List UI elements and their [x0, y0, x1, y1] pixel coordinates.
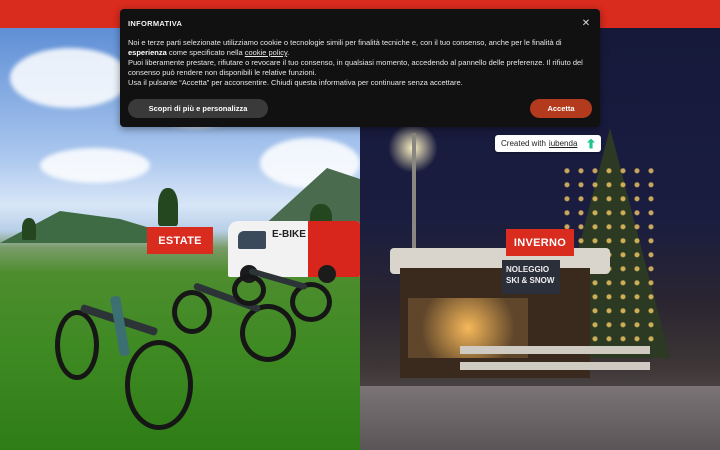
iubenda-prefix: Created with [501, 139, 546, 148]
cookie-text-p1-end: . [287, 48, 290, 57]
tree [158, 188, 178, 226]
accept-button[interactable]: Accetta [530, 99, 592, 118]
street-lamp [412, 133, 416, 253]
cookie-text-p3: Usa il pulsante “Accetta” per acconsenti… [128, 78, 463, 87]
ebike [232, 252, 342, 332]
cookie-banner-title: INFORMATIVA [128, 19, 183, 28]
close-icon[interactable]: ✕ [580, 18, 592, 30]
customize-button[interactable]: Scopri di più e personalizza [128, 99, 268, 118]
van-window [238, 231, 266, 249]
cookie-banner: INFORMATIVA ✕ Noi e terze parti selezion… [120, 9, 600, 127]
tree [22, 218, 36, 240]
cookie-text-p2: Puoi liberamente prestare, rifiutare o r… [128, 58, 583, 77]
cloud [10, 48, 130, 108]
hut-sign-line2: SKI & SNOW [506, 276, 555, 285]
iubenda-arrow-icon [587, 138, 595, 149]
inverno-button[interactable]: INVERNO [506, 229, 574, 256]
cookie-banner-text: Noi e terze parti selezionate utilizziam… [128, 38, 592, 88]
cloud [40, 148, 150, 183]
van-brand-text: E-BIKE [272, 229, 306, 240]
cookie-text-p1-start: Noi e terze parti selezionate utilizziam… [128, 38, 562, 47]
snow-ground [360, 386, 720, 450]
estate-button[interactable]: ESTATE [147, 227, 213, 254]
cookie-policy-link[interactable]: cookie policy [245, 48, 287, 57]
iubenda-badge[interactable]: Created with iubenda [495, 135, 601, 152]
iubenda-link[interactable]: iubenda [549, 139, 577, 148]
cookie-text-p1-middle: come specificato nella [166, 48, 245, 57]
hut-sign: NOLEGGIO SKI & SNOW [502, 260, 560, 294]
cookie-text-bold: esperienza [128, 48, 167, 57]
snowy-fence [460, 362, 650, 370]
cookie-actions: Scopri di più e personalizza Accetta [128, 99, 592, 118]
snowy-fence [460, 346, 650, 354]
hut-sign-line1: NOLEGGIO [506, 265, 550, 274]
